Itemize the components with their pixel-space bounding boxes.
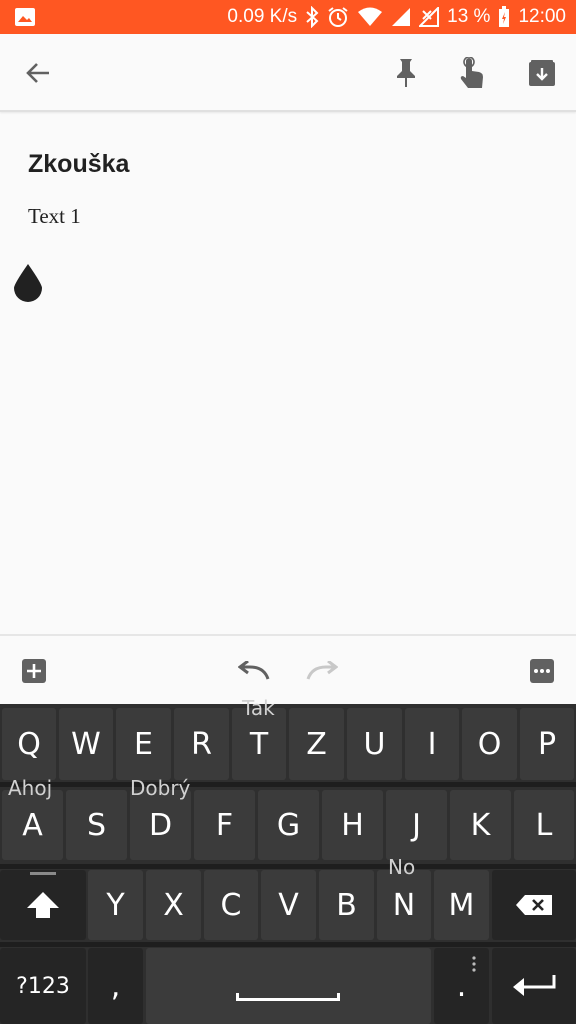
text-cursor-handle[interactable] bbox=[12, 262, 44, 302]
note-editor[interactable]: Zkouška Text 1 bbox=[0, 114, 576, 634]
key-j[interactable]: J bbox=[386, 790, 447, 860]
battery-charging-icon bbox=[498, 6, 510, 28]
key-s[interactable]: S bbox=[66, 790, 127, 860]
more-button[interactable] bbox=[524, 653, 560, 689]
symbols-key[interactable]: ?123 bbox=[0, 948, 86, 1024]
app-bar bbox=[0, 34, 576, 112]
backspace-icon bbox=[516, 895, 552, 915]
key-a[interactable]: A bbox=[2, 790, 63, 860]
keyboard-row-4: ?123 , . bbox=[0, 948, 576, 1024]
alarm-icon bbox=[327, 6, 349, 28]
key-w[interactable]: W bbox=[59, 708, 113, 780]
key-f[interactable]: F bbox=[194, 790, 255, 860]
shift-indicator bbox=[30, 872, 56, 875]
image-notification-icon bbox=[14, 7, 36, 27]
backspace-key[interactable] bbox=[492, 870, 576, 940]
key-h[interactable]: H bbox=[322, 790, 383, 860]
signal-icon bbox=[391, 7, 411, 27]
redo-button[interactable] bbox=[304, 653, 340, 689]
suggestion-tak[interactable]: Tak bbox=[242, 696, 275, 720]
keyboard-row-2: A S D F G H J K L bbox=[0, 790, 576, 864]
more-horiz-icon bbox=[530, 659, 554, 683]
comma-key[interactable]: , bbox=[88, 948, 143, 1024]
key-c[interactable]: C bbox=[204, 870, 258, 940]
key-k[interactable]: K bbox=[450, 790, 511, 860]
key-m[interactable]: M bbox=[434, 870, 489, 940]
pin-button[interactable] bbox=[386, 53, 426, 93]
key-y[interactable]: Y bbox=[88, 870, 143, 940]
key-q[interactable]: Q bbox=[2, 708, 56, 780]
undo-button[interactable] bbox=[236, 653, 272, 689]
clock: 12:00 bbox=[518, 6, 566, 27]
key-z[interactable]: Z bbox=[289, 708, 344, 780]
space-key[interactable] bbox=[146, 948, 431, 1024]
keyboard-row-1: Q W E R T Z U I O P bbox=[0, 708, 576, 782]
key-b[interactable]: B bbox=[319, 870, 374, 940]
key-n[interactable]: N bbox=[377, 870, 431, 940]
key-o[interactable]: O bbox=[462, 708, 517, 780]
add-box-icon bbox=[22, 659, 46, 683]
redo-icon bbox=[306, 661, 338, 680]
row-divider bbox=[0, 782, 576, 787]
status-bar: 0.09 K/s 13 % 12:00 bbox=[0, 0, 576, 34]
more-keys-indicator bbox=[472, 956, 476, 972]
soft-keyboard: Q W E R T Z U I O P A S D F G H J K L Y … bbox=[0, 704, 576, 1024]
key-e[interactable]: E bbox=[116, 708, 171, 780]
network-speed: 0.09 K/s bbox=[227, 6, 298, 27]
row-divider bbox=[0, 864, 576, 869]
back-button[interactable] bbox=[18, 53, 58, 93]
reminder-button[interactable] bbox=[452, 53, 492, 93]
enter-icon bbox=[513, 975, 556, 996]
suggestion-dobry[interactable]: Dobrý bbox=[130, 776, 190, 800]
battery-level: 13 % bbox=[447, 6, 491, 27]
key-u[interactable]: U bbox=[347, 708, 402, 780]
key-l[interactable]: L bbox=[514, 790, 574, 860]
pin-icon bbox=[397, 59, 415, 87]
note-title[interactable]: Zkouška bbox=[28, 150, 129, 179]
enter-key[interactable] bbox=[492, 948, 576, 1024]
bluetooth-icon bbox=[305, 6, 319, 28]
shift-key[interactable] bbox=[0, 870, 86, 940]
note-body[interactable]: Text 1 bbox=[28, 204, 81, 229]
period-key[interactable]: . bbox=[434, 948, 489, 1024]
keyboard-row-3: Y X C V B N M bbox=[0, 870, 576, 944]
signal-roaming-icon bbox=[419, 7, 440, 27]
suggestion-ahoj[interactable]: Ahoj bbox=[8, 776, 52, 800]
add-button[interactable] bbox=[16, 653, 52, 689]
key-p[interactable]: P bbox=[520, 708, 574, 780]
suggestion-no[interactable]: No bbox=[388, 855, 415, 879]
undo-icon bbox=[238, 661, 270, 680]
key-r[interactable]: R bbox=[174, 708, 229, 780]
wifi-icon bbox=[357, 7, 383, 27]
key-i[interactable]: I bbox=[405, 708, 459, 780]
key-v[interactable]: V bbox=[261, 870, 316, 940]
shift-arrow-icon bbox=[27, 892, 59, 918]
archive-button[interactable] bbox=[522, 53, 562, 93]
archive-icon bbox=[529, 60, 555, 86]
reminder-hand-icon bbox=[460, 57, 483, 88]
space-bar-indicator bbox=[236, 993, 340, 1001]
row-divider bbox=[0, 942, 576, 947]
arrow-back-icon bbox=[26, 63, 49, 83]
key-d[interactable]: D bbox=[130, 790, 191, 860]
key-x[interactable]: X bbox=[146, 870, 201, 940]
bottom-toolbar bbox=[0, 634, 576, 704]
key-g[interactable]: G bbox=[258, 790, 319, 860]
